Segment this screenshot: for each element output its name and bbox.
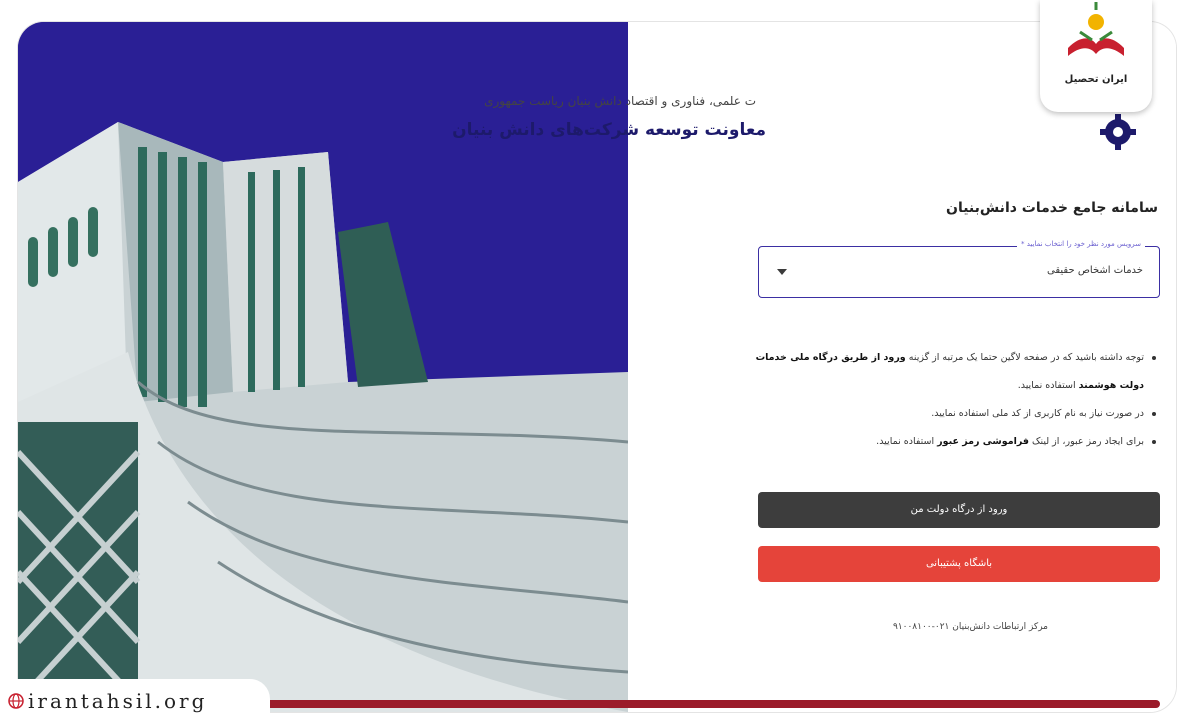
site-watermark: irantahsil.org: [0, 679, 270, 719]
list-item: توجه داشته باشید که در صفحه لاگین حتما ی…: [738, 344, 1158, 400]
support-club-button[interactable]: باشگاه پشتیبانی: [758, 546, 1160, 582]
forgot-password-link[interactable]: فراموشی رمز عبور: [937, 436, 1029, 447]
note-text: در صورت نیاز به نام کاربری از کد ملی است…: [931, 408, 1144, 419]
list-item: برای ایجاد رمز عبور، از لینک فراموشی رمز…: [738, 428, 1158, 456]
org-subtitle: ت علمی، فناوری و اقتصاد دانش بنیان ریاست…: [484, 94, 756, 108]
gear-logo-icon: [1100, 114, 1136, 150]
bottom-accent-bar: [260, 700, 1160, 708]
brand-name: ایران تحصیل: [1064, 74, 1128, 85]
note-text: توجه داشته باشید که در صفحه لاگین حتما ی…: [905, 352, 1144, 363]
org-title: معاونت توسعه شرکت‌های دانش بنیان: [452, 120, 766, 140]
chevron-down-icon[interactable]: [777, 269, 787, 275]
service-select-value: خدمات اشخاص حقیقی: [1046, 265, 1143, 276]
page-title: سامانه جامع خدمات دانش‌بنیان: [946, 200, 1158, 216]
contact-info: مرکز ارتباطات دانش‌بنیان ۰۲۱-۹۱۰۰۸۱۰۰: [892, 622, 1048, 632]
globe-icon: [8, 693, 24, 709]
login-panel: ت علمی، فناوری و اقتصاد دانش بنیان ریاست…: [452, 22, 1176, 712]
book-logo-icon: [1068, 2, 1124, 56]
notes-list: توجه داشته باشید که در صفحه لاگین حتما ی…: [738, 344, 1158, 456]
brand-badge: ایران تحصیل: [1040, 0, 1152, 112]
service-select[interactable]: سرویس مورد نظر خود را انتخاب نمایید * خد…: [758, 240, 1160, 298]
note-text: استفاده نمایید.: [876, 436, 938, 447]
list-item: در صورت نیاز به نام کاربری از کد ملی است…: [738, 400, 1158, 428]
service-select-label: سرویس مورد نظر خود را انتخاب نمایید *: [1017, 240, 1145, 248]
gov-login-button[interactable]: ورود از درگاه دولت من: [758, 492, 1160, 528]
page-frame: ت علمی، فناوری و اقتصاد دانش بنیان ریاست…: [18, 22, 1176, 712]
site-url: irantahsil.org: [28, 689, 208, 713]
note-text: برای ایجاد رمز عبور، از لینک: [1029, 436, 1144, 447]
note-text: استفاده نمایید.: [1017, 380, 1079, 391]
